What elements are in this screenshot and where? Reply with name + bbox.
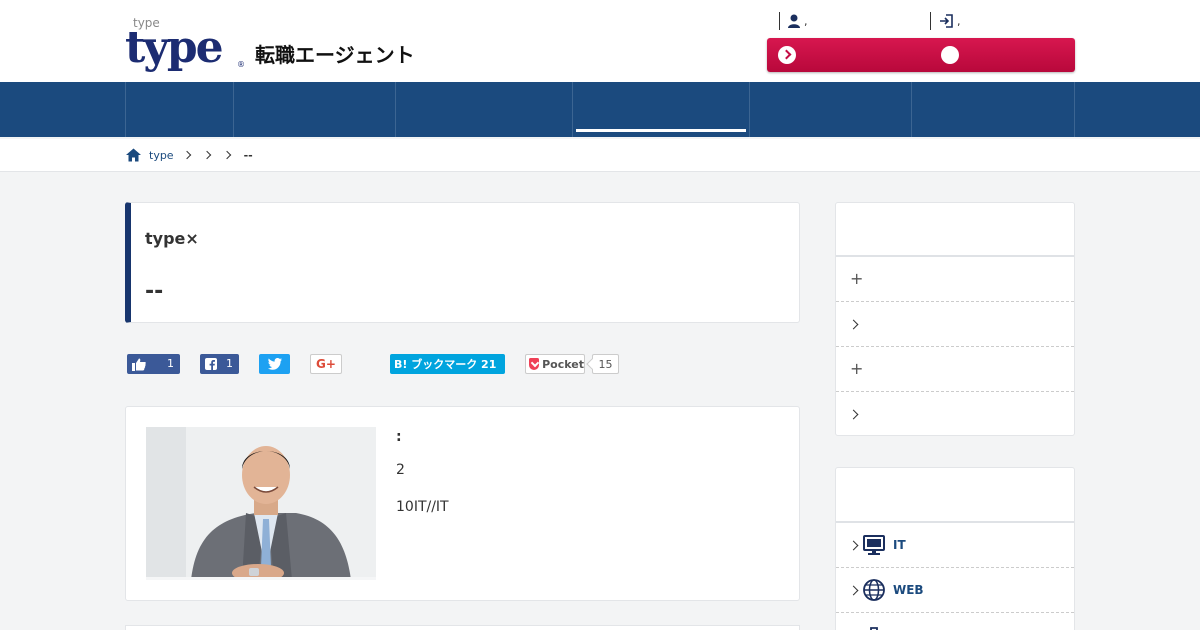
logo-registered-mark: ® — [237, 60, 245, 69]
pocket-label: Pocket — [542, 357, 584, 371]
sidebar-category-next[interactable] — [836, 613, 1074, 630]
sidebar-menu-item-4[interactable] — [836, 392, 1074, 437]
globe-icon — [863, 579, 885, 601]
thumbs-up-icon — [132, 358, 146, 371]
sidebar-menu-item-1[interactable]: + — [836, 257, 1074, 302]
plus-icon: + — [850, 359, 864, 378]
sidebar-category-label: IT — [893, 538, 906, 552]
home-icon[interactable] — [126, 148, 141, 162]
cta-dot-icon — [941, 46, 959, 64]
breadcrumb-home-link[interactable]: type — [149, 149, 174, 162]
register-cta-button[interactable] — [767, 38, 1075, 72]
chevron-right-icon — [222, 150, 231, 160]
facebook-like-button[interactable]: 1 — [127, 354, 180, 374]
like-count: 1 — [167, 357, 174, 370]
nav-item-5[interactable] — [749, 82, 911, 137]
nav-divider — [1074, 82, 1075, 137]
nav-active-indicator — [576, 129, 746, 132]
pocket-button[interactable]: Pocket — [525, 354, 585, 374]
monitor-icon — [863, 535, 885, 555]
chevron-right-icon — [182, 150, 191, 160]
pocket-count: 15 — [592, 354, 619, 374]
page-title: -- — [145, 279, 164, 304]
nav-item-1[interactable] — [125, 82, 233, 137]
breadcrumb: type -- — [126, 147, 253, 163]
login-link-label: , — [957, 14, 961, 28]
chevron-right-icon — [848, 319, 859, 329]
chevron-right-icon — [848, 540, 859, 550]
profile-text-line-2: 10IT//IT — [396, 499, 449, 515]
profile-name-label: : — [396, 429, 402, 445]
sidebar-category-header — [836, 468, 1074, 523]
article-kicker: type× — [145, 229, 199, 248]
site-header: type type ® 転職エージェント , , — [0, 0, 1200, 82]
sidebar-menu-box: + + — [835, 202, 1075, 436]
nav-item-2[interactable] — [233, 82, 395, 137]
nav-item-6[interactable] — [911, 82, 1074, 137]
pocket-icon — [529, 358, 540, 370]
user-icon — [788, 14, 800, 28]
login-icon — [940, 14, 953, 28]
facebook-icon — [205, 358, 217, 370]
sidebar-category-box: IT WEB — [835, 467, 1075, 630]
profile-text-line-1: 2 — [396, 462, 405, 478]
googleplus-share-button[interactable]: G+ — [310, 354, 342, 374]
breadcrumb-current: -- — [243, 148, 253, 162]
profile-photo — [146, 427, 376, 580]
sidebar-menu-item-2[interactable] — [836, 302, 1074, 347]
facebook-share-button[interactable]: 1 — [200, 354, 239, 374]
twitter-share-button[interactable] — [259, 354, 290, 374]
next-content-card — [125, 625, 800, 630]
member-link-label: , — [804, 14, 808, 28]
profile-card: : 2 10IT//IT — [125, 406, 800, 601]
hatena-bookmark-button[interactable]: B! ブックマーク 21 — [390, 354, 505, 374]
arrow-right-icon — [778, 46, 796, 64]
logo-subtitle: 転職エージェント — [255, 43, 415, 67]
chevron-right-icon — [848, 585, 859, 595]
facebook-share-count: 1 — [226, 357, 233, 370]
sidebar-menu-item-3[interactable]: + — [836, 347, 1074, 392]
briefcase-icon — [870, 627, 878, 630]
site-logo[interactable]: type ® 転職エージェント — [125, 22, 425, 73]
article-title-card: type× -- — [125, 202, 800, 323]
plus-icon: + — [850, 269, 864, 288]
sidebar-category-web[interactable]: WEB — [836, 568, 1074, 613]
sidebar-category-label: WEB — [893, 583, 924, 597]
nav-item-3[interactable] — [395, 82, 572, 137]
member-link[interactable]: , — [779, 12, 808, 30]
twitter-icon — [267, 358, 282, 370]
sidebar-menu-header — [836, 203, 1074, 257]
sidebar-category-it[interactable]: IT — [836, 523, 1074, 568]
chevron-right-icon — [848, 409, 859, 420]
logo-wordmark: type — [125, 22, 224, 73]
login-link[interactable]: , — [930, 12, 961, 30]
chevron-right-icon — [202, 150, 211, 160]
